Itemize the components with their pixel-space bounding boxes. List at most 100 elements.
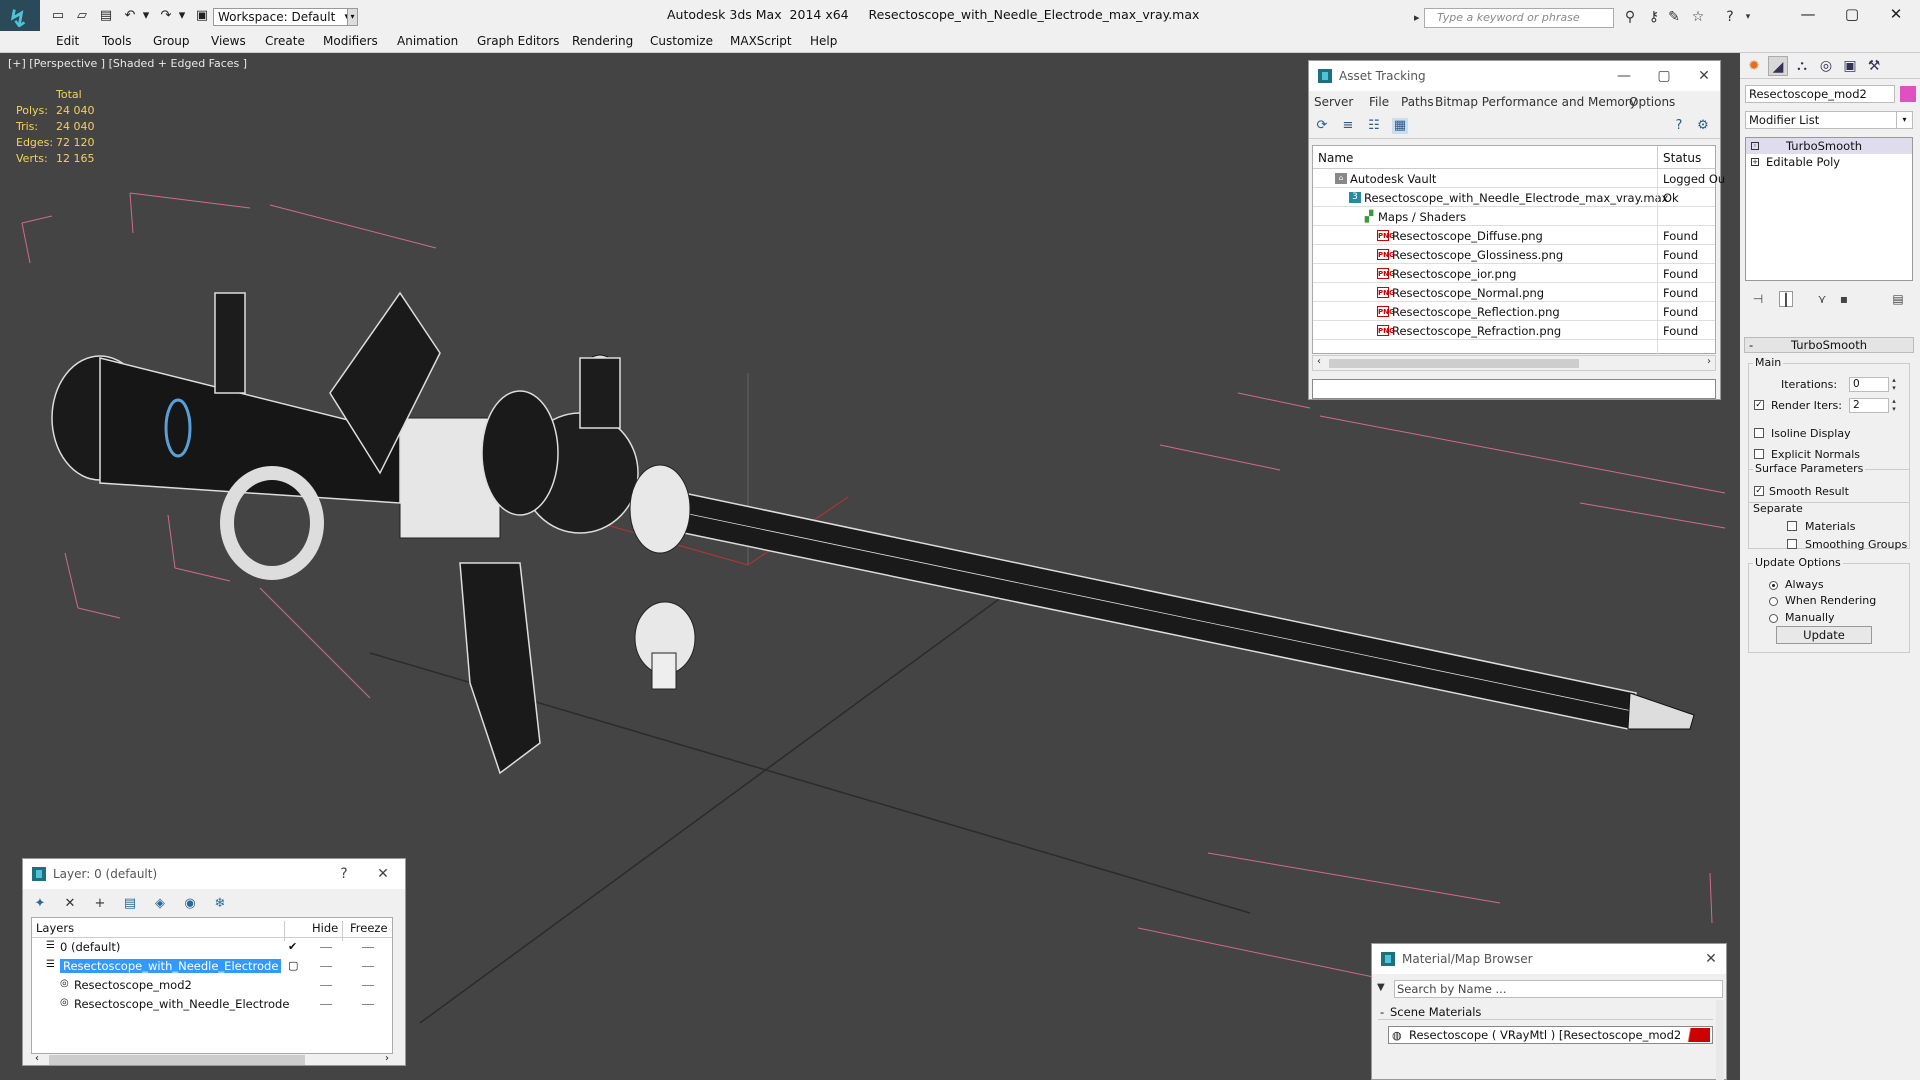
material-item[interactable]: ◍ Resectoscope ( VRayMtl ) [Resectoscope…: [1388, 1026, 1713, 1044]
explicit-normals-checkbox[interactable]: [1754, 449, 1764, 459]
smooth-result-checkbox[interactable]: ✓: [1754, 486, 1764, 496]
hierarchy-tab-icon[interactable]: ⛬: [1792, 56, 1812, 76]
favorites-star-icon[interactable]: ☆: [1688, 9, 1708, 25]
hide-toggle[interactable]: [320, 985, 332, 986]
freeze-toggle[interactable]: [362, 966, 374, 967]
undo-icon[interactable]: ↶: [122, 8, 138, 23]
isoline-display-checkbox[interactable]: [1754, 428, 1764, 438]
materials-checkbox[interactable]: [1787, 521, 1797, 531]
asset-tracking-titlebar[interactable]: Asset Tracking — ▢ ✕: [1309, 61, 1720, 91]
asset-row[interactable]: ⌂ Autodesk Vault Logged Ou: [1313, 169, 1725, 188]
freeze-toggle[interactable]: [362, 985, 374, 986]
utilities-tab-icon[interactable]: ⚒: [1864, 56, 1884, 76]
new-file-icon[interactable]: ▭: [50, 8, 66, 23]
minimize-button[interactable]: —: [1609, 61, 1639, 91]
menu-paths[interactable]: Paths: [1401, 95, 1434, 109]
asset-row[interactable]: PNG Resectoscope_Diffuse.png Found: [1313, 226, 1715, 245]
column-layers[interactable]: Layers: [36, 921, 74, 935]
manually-radio[interactable]: [1769, 614, 1778, 623]
redo-dropdown-icon[interactable]: ▾: [174, 8, 190, 23]
menu-group[interactable]: Group: [153, 34, 190, 48]
close-button[interactable]: ✕: [1876, 3, 1916, 25]
layer-manager-titlebar[interactable]: Layer: 0 (default) ? ✕: [23, 859, 405, 889]
remove-modifier-icon[interactable]: ▪: [1837, 291, 1851, 307]
hide-toggle[interactable]: [320, 947, 332, 948]
material-search-input[interactable]: Search by Name ...: [1394, 980, 1723, 998]
search-options-icon[interactable]: ▼: [1377, 982, 1385, 993]
add-to-layer-icon[interactable]: +: [91, 895, 109, 913]
scroll-right-icon[interactable]: ›: [1707, 356, 1711, 367]
help-dropdown-icon[interactable]: ▾: [1738, 9, 1758, 25]
close-button[interactable]: ✕: [1689, 61, 1719, 91]
menu-server[interactable]: Server: [1314, 95, 1353, 109]
menu-views[interactable]: Views: [211, 34, 246, 48]
render-iters-checkbox[interactable]: ✓: [1754, 400, 1764, 410]
modifier-list-dropdown[interactable]: Modifier List ▾: [1745, 111, 1913, 129]
binoculars-icon[interactable]: ⚲: [1620, 9, 1640, 25]
layer-row[interactable]: ☰ 0 (default) ✔: [32, 938, 392, 957]
horizontal-scrollbar[interactable]: ‹ ›: [31, 1053, 393, 1067]
scroll-left-icon[interactable]: ‹: [1317, 356, 1321, 367]
material-browser-titlebar[interactable]: Material/Map Browser ✕: [1372, 944, 1726, 974]
column-status[interactable]: Status: [1663, 151, 1701, 165]
expand-icon[interactable]: +: [1751, 158, 1759, 166]
always-radio[interactable]: [1769, 581, 1778, 590]
make-unique-icon[interactable]: ⋎: [1815, 291, 1829, 307]
configure-sets-icon[interactable]: ▤: [1891, 291, 1905, 307]
menu-create[interactable]: Create: [265, 34, 305, 48]
table-view-icon[interactable]: ▦: [1392, 118, 1408, 134]
help-icon[interactable]: ?: [1720, 9, 1740, 25]
menu-bitmap-performance[interactable]: Bitmap Performance and Memory: [1435, 95, 1637, 109]
highlight-layer-icon[interactable]: ◈: [151, 895, 169, 913]
list-view-icon[interactable]: ≡: [1340, 118, 1356, 134]
menu-file[interactable]: File: [1369, 95, 1389, 109]
project-folder-icon[interactable]: ▣: [194, 8, 210, 23]
menu-graph-editors[interactable]: Graph Editors: [477, 34, 559, 48]
help-tool-icon[interactable]: ⚙: [1695, 118, 1711, 134]
smoothing-groups-checkbox[interactable]: [1787, 539, 1797, 549]
asset-row[interactable]: 3 Resectoscope_with_Needle_Electrode_max_…: [1313, 188, 1715, 207]
scroll-left-icon[interactable]: ‹: [35, 1053, 39, 1064]
workspace-selector[interactable]: Workspace: Default▾: [213, 8, 353, 26]
hide-toggle[interactable]: [320, 966, 332, 967]
column-freeze[interactable]: Freeze: [350, 921, 388, 935]
scroll-thumb[interactable]: [1329, 359, 1579, 368]
freeze-toggle[interactable]: [362, 1004, 374, 1005]
turbosmooth-rollout-title[interactable]: TurboSmooth: [1744, 337, 1914, 353]
asset-row[interactable]: PNG Resectoscope_Reflection.png Found: [1313, 302, 1715, 321]
help-icon[interactable]: ?: [1671, 118, 1687, 134]
update-button[interactable]: Update: [1776, 626, 1872, 644]
detail-view-icon[interactable]: ☷: [1366, 118, 1382, 134]
workspace-dropdown-button[interactable]: ▾: [347, 8, 358, 26]
iterations-spinner[interactable]: 0: [1849, 376, 1900, 392]
create-layer-icon[interactable]: ✦: [31, 895, 49, 913]
help-button[interactable]: ?: [329, 859, 359, 889]
vertical-scrollbar[interactable]: [1716, 1000, 1724, 1080]
viewport-label[interactable]: [+] [Perspective ] [Shaded + Edged Faces…: [8, 57, 247, 70]
pin-stack-icon[interactable]: ⊣: [1751, 291, 1765, 307]
menu-rendering[interactable]: Rendering: [572, 34, 633, 48]
select-objects-icon[interactable]: ▤: [121, 895, 139, 913]
asset-row[interactable]: PNG Resectoscope_Glossiness.png Found: [1313, 245, 1715, 264]
freeze-toggle[interactable]: [362, 947, 374, 948]
freeze-all-icon[interactable]: ❄: [211, 895, 229, 913]
menu-modifiers[interactable]: Modifiers: [323, 34, 378, 48]
minimize-button[interactable]: —: [1788, 3, 1828, 25]
maximize-button[interactable]: ▢: [1832, 3, 1872, 25]
asset-row[interactable]: ▞ Maps / Shaders: [1313, 207, 1715, 226]
menu-maxscript[interactable]: MAXScript: [730, 34, 792, 48]
scene-materials-section[interactable]: Scene Materials: [1378, 1004, 1713, 1020]
column-hide[interactable]: Hide: [312, 921, 338, 935]
hide-all-icon[interactable]: ◉: [181, 895, 199, 913]
keyword-search-input[interactable]: Type a keyword or phrase: [1414, 8, 1614, 28]
asset-row[interactable]: PNG Resectoscope_Normal.png Found: [1313, 283, 1715, 302]
save-file-icon[interactable]: ▤: [98, 8, 114, 23]
render-iters-spinner[interactable]: 2: [1849, 397, 1900, 413]
refresh-icon[interactable]: ⟳: [1314, 118, 1330, 134]
object-name-field[interactable]: Resectoscope_mod2: [1745, 85, 1895, 103]
undo-dropdown-icon[interactable]: ▾: [138, 8, 154, 23]
show-end-result-icon[interactable]: ┃: [1779, 291, 1793, 307]
scroll-thumb[interactable]: [49, 1055, 305, 1065]
active-layer-icon[interactable]: ✔: [288, 940, 297, 953]
maximize-button[interactable]: ▢: [1649, 61, 1679, 91]
